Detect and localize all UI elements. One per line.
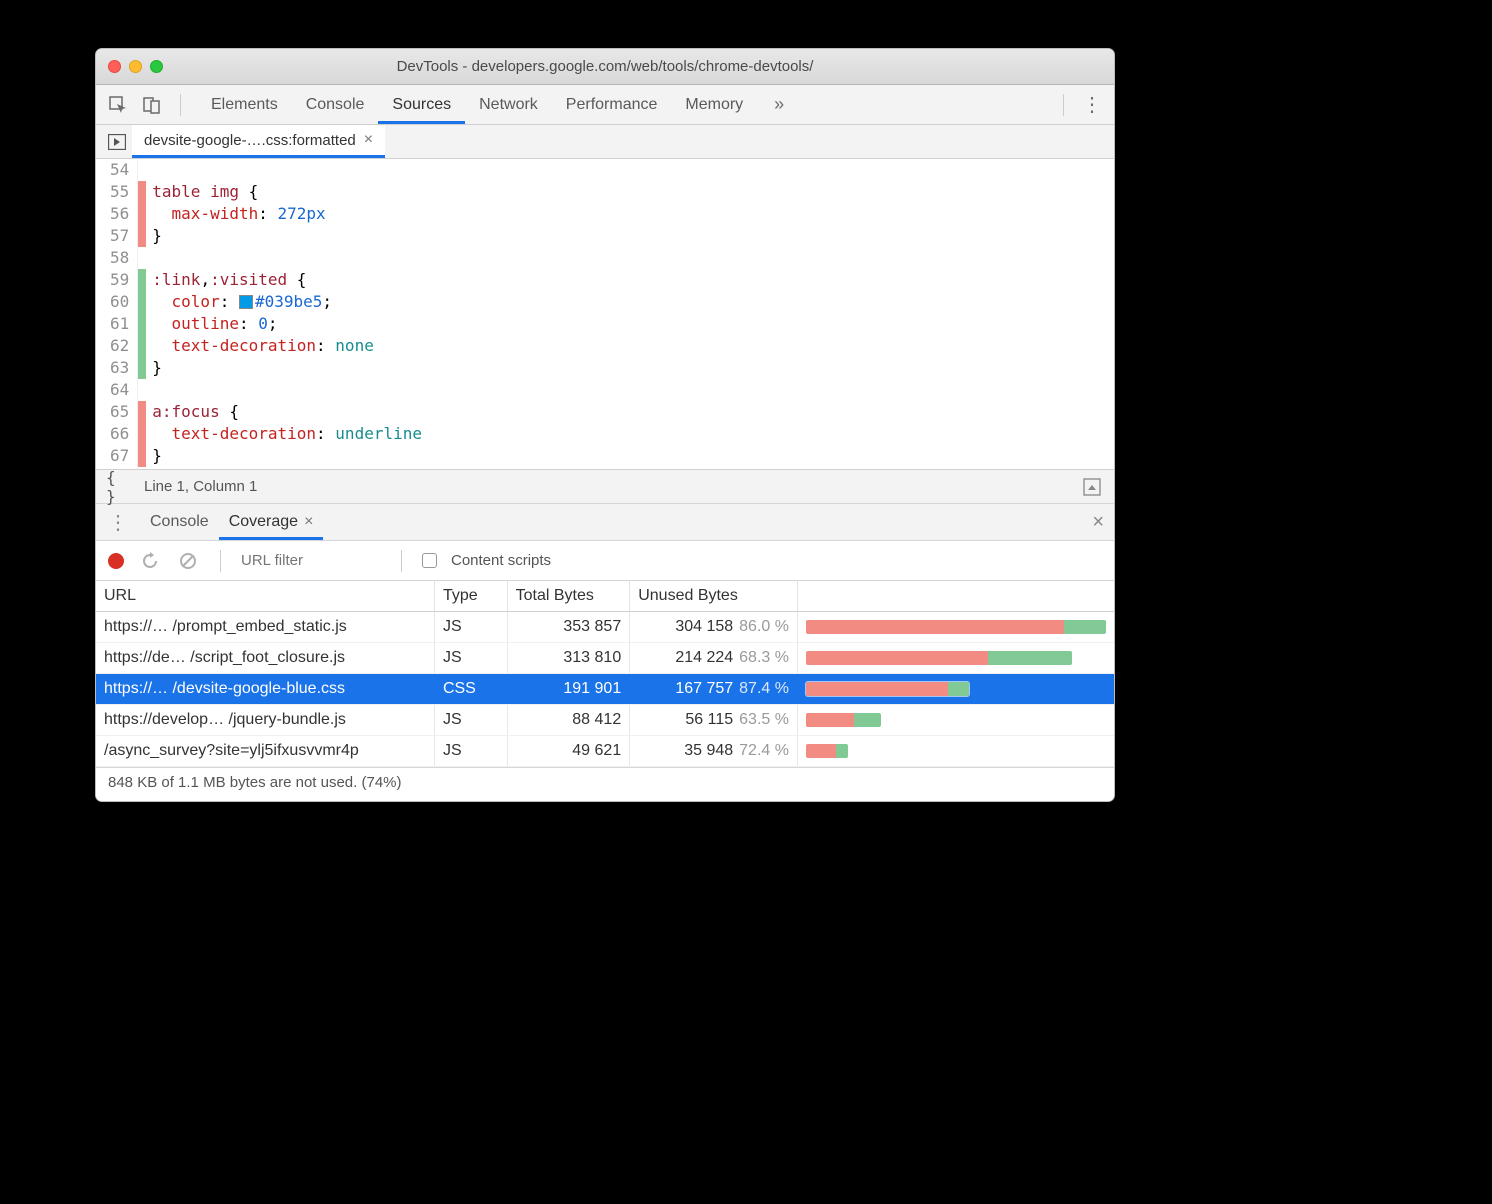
tab-elements[interactable]: Elements <box>197 85 292 124</box>
column-header[interactable]: Type <box>434 581 507 612</box>
close-drawer-icon[interactable]: × <box>1092 511 1104 534</box>
editor-status-bar: { } Line 1, Column 1 <box>96 469 1114 503</box>
traffic-lights <box>108 60 163 73</box>
divider <box>1063 94 1064 116</box>
file-tab-strip: devsite-google-….css:formatted × <box>96 125 1114 159</box>
tab-network[interactable]: Network <box>465 85 552 124</box>
drawer-tab-strip: ⋮ ConsoleCoverage× × <box>96 503 1114 541</box>
divider <box>220 550 221 572</box>
main-tab-strip: ElementsConsoleSourcesNetworkPerformance… <box>96 85 1114 125</box>
code-editor[interactable]: 545556575859606162636465666768 table img… <box>96 159 1114 469</box>
content-scripts-checkbox[interactable] <box>422 553 437 568</box>
window-title: DevTools - developers.google.com/web/too… <box>96 58 1114 75</box>
column-header[interactable]: URL <box>96 581 434 612</box>
column-header[interactable] <box>797 581 1114 612</box>
navigator-toggle-icon[interactable] <box>102 125 132 158</box>
content-scripts-label: Content scripts <box>451 552 551 569</box>
devtools-window: DevTools - developers.google.com/web/too… <box>95 48 1115 802</box>
window-minimize-button[interactable] <box>129 60 142 73</box>
close-icon[interactable]: × <box>364 131 373 149</box>
pretty-print-icon[interactable]: { } <box>106 475 130 499</box>
table-row[interactable]: https://… /devsite-google-blue.cssCSS191… <box>96 674 1114 705</box>
more-tabs-icon[interactable]: » <box>767 93 791 117</box>
coverage-table: URLTypeTotal BytesUnused Bytes https://…… <box>96 581 1114 767</box>
usage-bar <box>806 713 881 727</box>
kebab-menu-icon[interactable]: ⋮ <box>1080 93 1104 117</box>
file-tab-label: devsite-google-….css:formatted <box>144 132 356 149</box>
tab-console[interactable]: Console <box>292 85 379 124</box>
usage-bar <box>806 744 848 758</box>
tab-sources[interactable]: Sources <box>378 85 465 124</box>
coverage-gutter <box>138 159 146 469</box>
file-tab[interactable]: devsite-google-….css:formatted × <box>132 125 385 158</box>
tab-performance[interactable]: Performance <box>552 85 672 124</box>
record-button[interactable] <box>108 553 124 569</box>
usage-bar <box>806 682 969 696</box>
table-header-row: URLTypeTotal BytesUnused Bytes <box>96 581 1114 612</box>
coverage-summary: 848 KB of 1.1 MB bytes are not used. (74… <box>96 767 1114 801</box>
drawer-tab-console[interactable]: Console <box>140 504 219 540</box>
close-icon[interactable]: × <box>304 513 313 531</box>
usage-bar <box>806 651 1072 665</box>
column-header[interactable]: Total Bytes <box>507 581 630 612</box>
divider <box>180 94 181 116</box>
inspect-element-icon[interactable] <box>106 93 130 117</box>
divider <box>401 550 402 572</box>
coverage-toolbar: Content scripts <box>96 541 1114 581</box>
code-content: table img { max-width: 272px}:link,:visi… <box>146 159 422 469</box>
block-icon[interactable] <box>176 549 200 573</box>
titlebar: DevTools - developers.google.com/web/too… <box>96 49 1114 85</box>
cursor-position: Line 1, Column 1 <box>144 478 257 495</box>
kebab-menu-icon[interactable]: ⋮ <box>106 510 130 534</box>
device-toolbar-icon[interactable] <box>140 93 164 117</box>
table-row[interactable]: /async_survey?site=ylj5ifxusvvmr4pJS49 6… <box>96 736 1114 767</box>
window-close-button[interactable] <box>108 60 121 73</box>
table-row[interactable]: https://de… /script_foot_closure.jsJS313… <box>96 643 1114 674</box>
tab-memory[interactable]: Memory <box>671 85 757 124</box>
table-row[interactable]: https://develop… /jquery-bundle.jsJS88 4… <box>96 705 1114 736</box>
drawer-tab-coverage[interactable]: Coverage× <box>219 504 324 540</box>
url-filter-input[interactable] <box>241 552 381 569</box>
collapse-icon[interactable] <box>1080 475 1104 499</box>
line-number-gutter: 545556575859606162636465666768 <box>96 159 138 469</box>
usage-bar <box>806 620 1106 634</box>
reload-icon[interactable] <box>138 549 162 573</box>
table-row[interactable]: https://… /prompt_embed_static.jsJS353 8… <box>96 612 1114 643</box>
column-header[interactable]: Unused Bytes <box>630 581 798 612</box>
window-maximize-button[interactable] <box>150 60 163 73</box>
